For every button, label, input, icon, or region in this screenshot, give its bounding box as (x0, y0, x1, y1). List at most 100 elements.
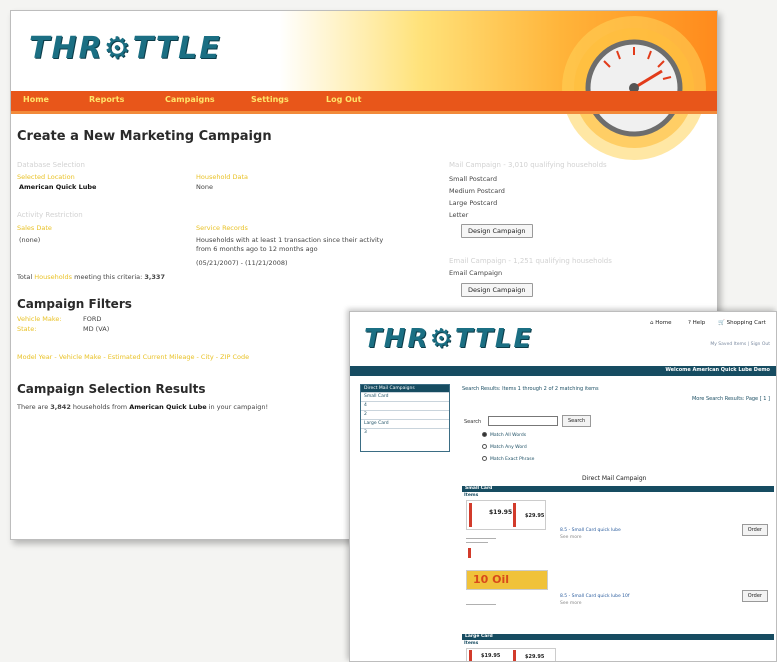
filter-label-vehicle-make: Vehicle Make: (17, 315, 62, 323)
section-title-small-card: Small Card (465, 486, 493, 491)
results-location: American Quick Lube (129, 403, 207, 411)
welcome-bar: Welcome American Quick Lube Demo (350, 366, 776, 376)
price-b: $29.95 (525, 654, 545, 660)
promo-text: 10 Oil (473, 573, 510, 586)
filter-label-state: State: (17, 325, 37, 333)
total-households-line: Total Households meeting this criteria: … (17, 273, 165, 281)
campaign-filters-heading: Campaign Filters (17, 297, 132, 311)
product-link-promo[interactable]: 8.5 - Small Card quick lube 10f (560, 594, 629, 599)
selection-results-heading: Campaign Selection Results (17, 382, 206, 396)
total-highlight: Households (34, 273, 73, 281)
design-mail-campaign-button[interactable]: Design Campaign (461, 224, 533, 238)
nav-campaigns[interactable]: Campaigns (165, 95, 215, 104)
radio-match-exact[interactable]: Match Exact Phrase (482, 456, 534, 462)
radio-match-any[interactable]: Match Any Word (482, 444, 527, 450)
header-banner: THR⚙TTLE (11, 11, 717, 160)
product-link-small-card[interactable]: 8.5 - Small Card quick lube (560, 528, 621, 533)
mail-option-large-postcard[interactable]: Large Postcard (449, 199, 497, 207)
product-more-link[interactable]: See more (560, 535, 581, 540)
mail-option-small-postcard[interactable]: Small Postcard (449, 175, 497, 183)
search-input[interactable] (488, 416, 558, 426)
filter-summary-links[interactable]: Model Year - Vehicle Make - Estimated Cu… (17, 353, 249, 361)
household-data-value: None (196, 183, 213, 191)
radio-dot-icon (482, 456, 487, 461)
section-subtitle: Items (464, 493, 479, 498)
detail-line (466, 604, 496, 605)
product-image-small-card[interactable]: $19.95 $29.95 (466, 500, 546, 530)
nav-reports[interactable]: Reports (89, 95, 124, 104)
radio-label-any: Match Any Word (490, 445, 527, 450)
mail-option-medium-postcard[interactable]: Medium Postcard (449, 187, 505, 195)
top-link-cart-label: Shopping Cart (726, 320, 766, 326)
sidebar-item-5[interactable]: 3 (361, 428, 449, 437)
nav-settings[interactable]: Settings (251, 95, 289, 104)
nav-underline (11, 111, 717, 114)
household-data-label: Household Data (196, 173, 248, 181)
radio-label-exact: Match Exact Phrase (490, 457, 535, 462)
database-selection-heading: Database Selection (17, 161, 85, 169)
product-image-promo[interactable]: 10 Oil (466, 570, 548, 590)
red-bar (469, 503, 472, 527)
section-title-large-card: Large Card (465, 634, 493, 639)
mail-option-letter[interactable]: Letter (449, 211, 468, 219)
speedometer-gauge-icon (562, 16, 706, 160)
sales-date-label: Sales Date (17, 224, 52, 232)
top-link-home[interactable]: ⌂ Home (650, 320, 672, 326)
nav-logout[interactable]: Log Out (326, 95, 361, 104)
sidebar-header: Direct Mail Campaigns (361, 385, 449, 392)
sidebar-item-2[interactable]: 4 (361, 401, 449, 410)
filter-value-state: MD (VA) (83, 325, 110, 333)
service-records-line-2: from 6 months ago to 12 months ago (196, 245, 318, 253)
nav-home[interactable]: Home (23, 95, 49, 104)
design-email-campaign-button[interactable]: Design Campaign (461, 283, 533, 297)
red-bar (513, 503, 516, 527)
email-option[interactable]: Email Campaign (449, 269, 502, 277)
total-suffix: meeting this criteria: (74, 273, 143, 281)
total-prefix: Total (17, 273, 33, 281)
order-button-1[interactable]: Order (741, 524, 768, 536)
radio-label-all: Match All Words (490, 433, 527, 438)
more-results-pager[interactable]: More Search Results: Page [ 1 ] (692, 396, 770, 402)
service-records-line-1: Households with at least 1 transaction s… (196, 236, 384, 244)
sidebar-item-large-card[interactable]: Large Card (361, 419, 449, 428)
radio-match-all[interactable]: Match All Words (482, 432, 526, 438)
section-bar-small-card: Small Card (462, 486, 774, 492)
product-image-large-card[interactable]: $19.95 $29.95 (466, 648, 556, 661)
email-campaign-heading: Email Campaign - 1,251 qualifying househ… (449, 257, 612, 265)
category-sidebar: Direct Mail Campaigns Small Card 4 2 Lar… (360, 384, 450, 452)
section-bar-large-card: Large Card (462, 634, 774, 640)
detail-line (466, 538, 496, 539)
radio-dot-icon (482, 432, 487, 437)
total-value: 3,337 (144, 273, 165, 281)
price-a: $19.95 (489, 509, 513, 516)
throttle-logo-small: THR⚙TTLE (364, 324, 534, 354)
top-link-cart[interactable]: 🛒 Shopping Cart (718, 320, 766, 326)
shop-window: THR⚙TTLE ⌂ Home ? Help 🛒 Shopping Cart M… (349, 311, 777, 662)
product-more-link[interactable]: See more (560, 601, 581, 606)
sidebar-item-small-card[interactable]: Small Card (361, 392, 449, 401)
results-suffix: in your campaign! (208, 403, 269, 411)
price-a: $19.95 (481, 653, 501, 659)
throttle-logo: THR⚙TTLE (29, 31, 222, 66)
utility-links[interactable]: My Saved Items | Sign Out (710, 342, 770, 347)
activity-restriction-heading: Activity Restriction (17, 211, 83, 219)
radio-dot-icon (482, 444, 487, 449)
order-button-2[interactable]: Order (741, 590, 768, 602)
red-swatch (468, 548, 471, 558)
search-results-summary: Search Results: Items 1 through 2 of 2 m… (462, 386, 599, 392)
top-link-help[interactable]: ? Help (688, 320, 705, 326)
red-bar (469, 650, 472, 661)
top-link-help-label: Help (692, 320, 706, 326)
selected-location-value: American Quick Lube (19, 183, 97, 191)
search-label: Search (464, 419, 482, 425)
price-b: $29.95 (525, 513, 545, 519)
section-subtitle: Items (464, 641, 479, 646)
service-records-label: Service Records (196, 224, 248, 232)
results-prefix: There are (17, 403, 49, 411)
results-count: 3,842 (50, 403, 71, 411)
search-button[interactable]: Search (562, 415, 592, 427)
filter-value-vehicle-make: FORD (83, 315, 102, 323)
sales-date-value: (none) (19, 236, 41, 244)
mail-campaign-heading: Mail Campaign - 3,010 qualifying househo… (449, 161, 607, 169)
sidebar-item-3[interactable]: 2 (361, 410, 449, 419)
